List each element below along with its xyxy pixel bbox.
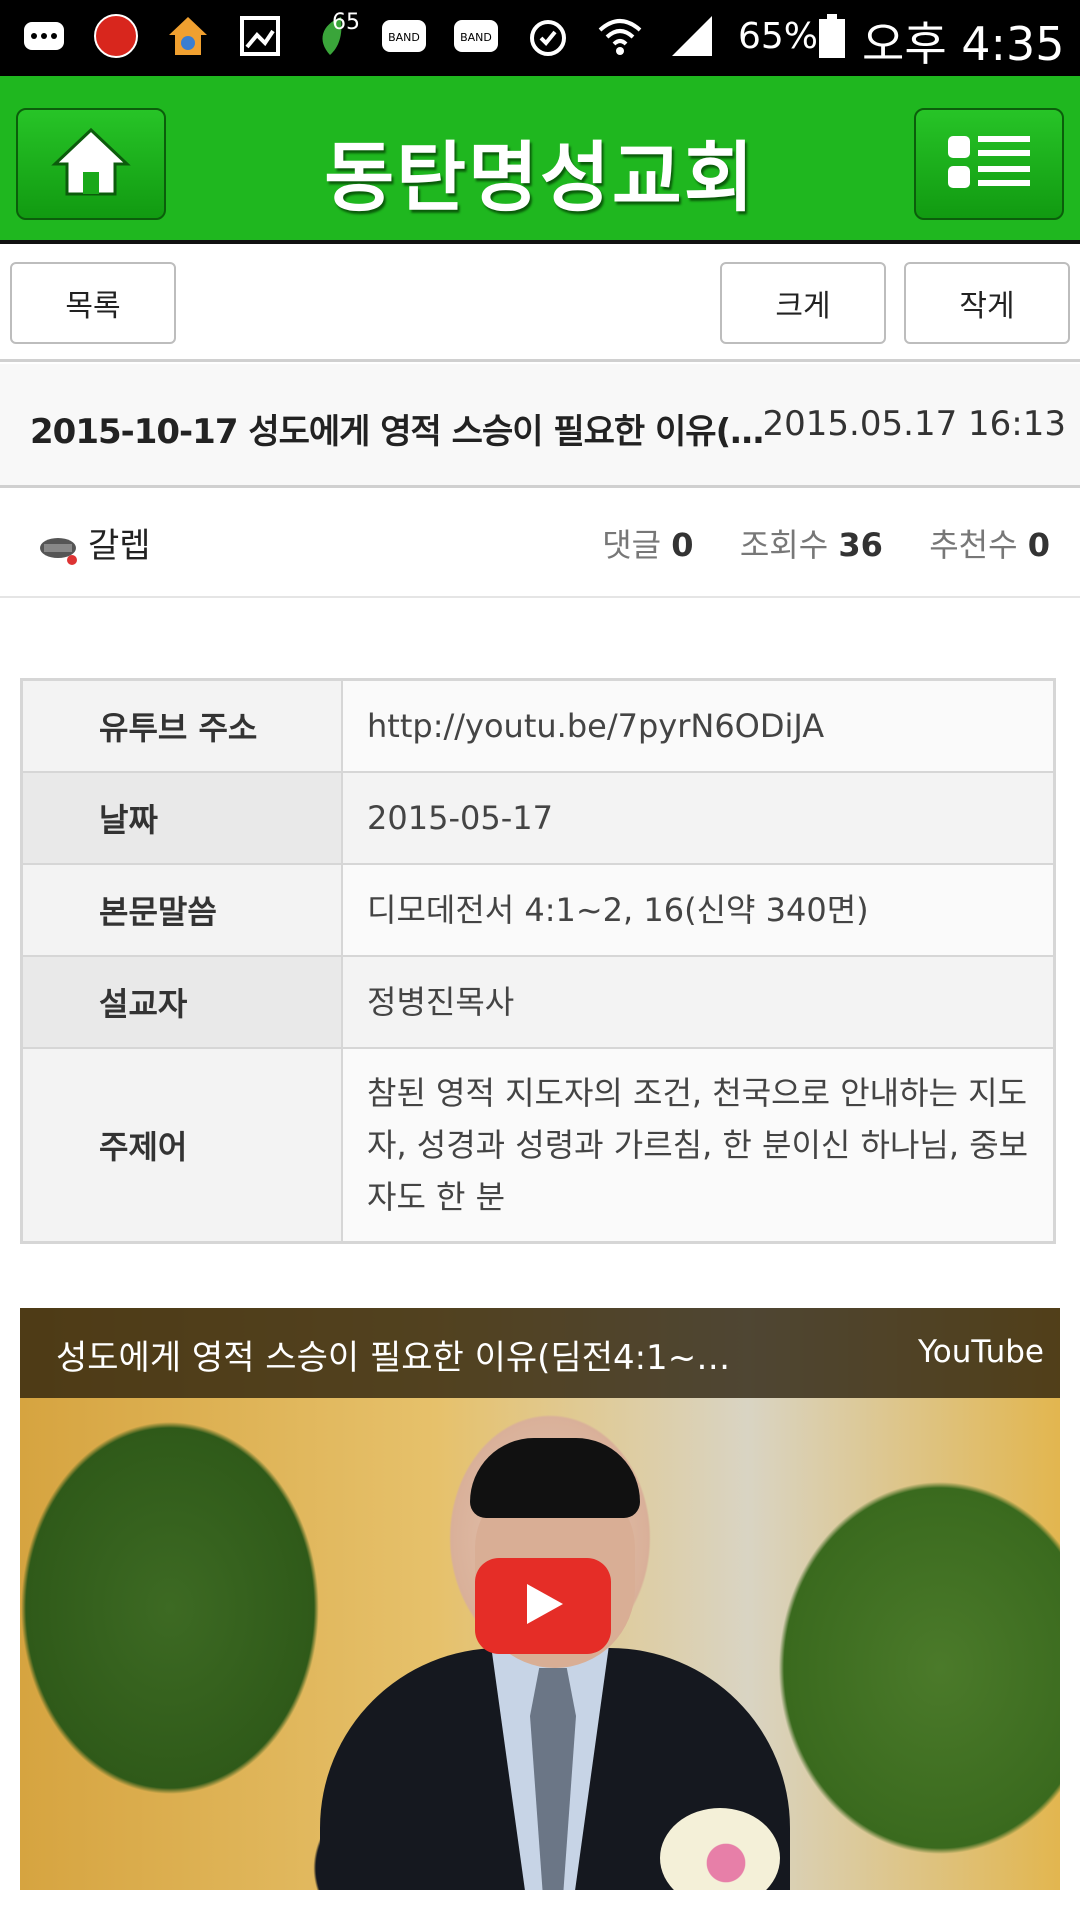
menu-list-icon <box>946 132 1032 196</box>
battery-icon <box>808 12 856 60</box>
sermon-info-table: 유투브 주소 http://youtu.be/7pyrN6ODiJA 날짜 20… <box>20 678 1056 1244</box>
row-value: 참된 영적 지도자의 조건, 천국으로 안내하는 지도자, 성경과 성령과 가르… <box>343 1049 1053 1241</box>
font-smaller-button[interactable]: 작게 <box>904 262 1070 344</box>
notification-count: 65 <box>332 10 360 35</box>
site-title: 동탄명성교회 <box>324 133 756 222</box>
band-icon: BAND <box>380 12 428 60</box>
app-header: 동탄명성교회 <box>0 76 1080 244</box>
wifi-icon <box>596 12 644 60</box>
play-button[interactable] <box>475 1558 611 1654</box>
views-count: 36 <box>838 526 883 564</box>
youtube-link[interactable]: http://youtu.be/7pyrN6ODiJA <box>343 681 1053 771</box>
post-date: 2015.05.17 16:13 <box>762 404 1066 444</box>
band-icon: BAND <box>452 12 500 60</box>
play-icon <box>521 1580 565 1632</box>
clock: 오후 4:35 <box>862 17 1065 71</box>
table-row: 본문말씀 디모데전서 4:1~2, 16(신약 340면) <box>23 865 1053 957</box>
post-title-row: 2015-10-17 성도에게 영적 스승이 필요한 이유(딤전4:1… 201… <box>0 364 1080 488</box>
video-title-bar: 성도에게 영적 스승이 필요한 이유(딤전4:1~2과16)... YouTub… <box>20 1308 1060 1398</box>
status-bar: 65 BAND BAND 65% 오후 4:35 <box>0 0 1080 76</box>
comments-label: 댓글 <box>602 526 662 564</box>
author-name[interactable]: 갈렙 <box>88 518 151 567</box>
list-button[interactable]: 목록 <box>10 262 176 344</box>
row-label: 날짜 <box>23 773 343 863</box>
home-icon <box>51 126 131 202</box>
battery-percent: 65% <box>738 16 819 57</box>
recommend-count: 0 <box>1027 526 1050 564</box>
table-row: 날짜 2015-05-17 <box>23 773 1053 865</box>
views-label: 조회수 <box>739 526 829 564</box>
video-title[interactable]: 성도에게 영적 스승이 필요한 이유(딤전4:1~2과16)... <box>56 1330 736 1379</box>
row-label: 주제어 <box>23 1049 343 1241</box>
menu-button[interactable] <box>914 108 1064 220</box>
home-button[interactable] <box>16 108 166 220</box>
table-row: 주제어 참된 영적 지도자의 조건, 천국으로 안내하는 지도자, 성경과 성령… <box>23 1049 1053 1241</box>
svg-text:BAND: BAND <box>388 31 420 44</box>
post-title: 2015-10-17 성도에게 영적 스승이 필요한 이유(딤전4:1… <box>30 412 770 452</box>
comments-count: 0 <box>671 526 694 564</box>
post-meta-row: 갈렙 댓글 0 조회수 36 추천수 0 <box>0 488 1080 598</box>
post-toolbar: 목록 크게 작게 <box>0 248 1080 362</box>
table-row: 유투브 주소 http://youtu.be/7pyrN6ODiJA <box>23 681 1053 773</box>
gallery-icon <box>236 12 284 60</box>
table-row: 설교자 정병진목사 <box>23 957 1053 1049</box>
coupang-icon <box>92 12 140 60</box>
signal-icon <box>668 12 716 60</box>
svg-text:BAND: BAND <box>460 31 492 44</box>
author-avatar-icon <box>38 530 80 572</box>
home-app-icon <box>164 12 212 60</box>
font-larger-button[interactable]: 크게 <box>720 262 886 344</box>
row-value: 2015-05-17 <box>343 773 1053 863</box>
youtube-video-player[interactable]: 성도에게 영적 스승이 필요한 이유(딤전4:1~2과16)... YouTub… <box>20 1308 1060 1890</box>
row-label: 본문말씀 <box>23 865 343 955</box>
row-value: 정병진목사 <box>343 957 1053 1047</box>
youtube-logo[interactable]: YouTube <box>918 1334 1044 1370</box>
row-label: 유투브 주소 <box>23 681 343 771</box>
more-icon <box>20 12 68 60</box>
row-value: 디모데전서 4:1~2, 16(신약 340면) <box>343 865 1053 955</box>
post-stats: 댓글 0 조회수 36 추천수 0 <box>602 520 1050 566</box>
alarm-icon <box>524 12 572 60</box>
row-label: 설교자 <box>23 957 343 1047</box>
recommend-label: 추천수 <box>929 526 1018 564</box>
